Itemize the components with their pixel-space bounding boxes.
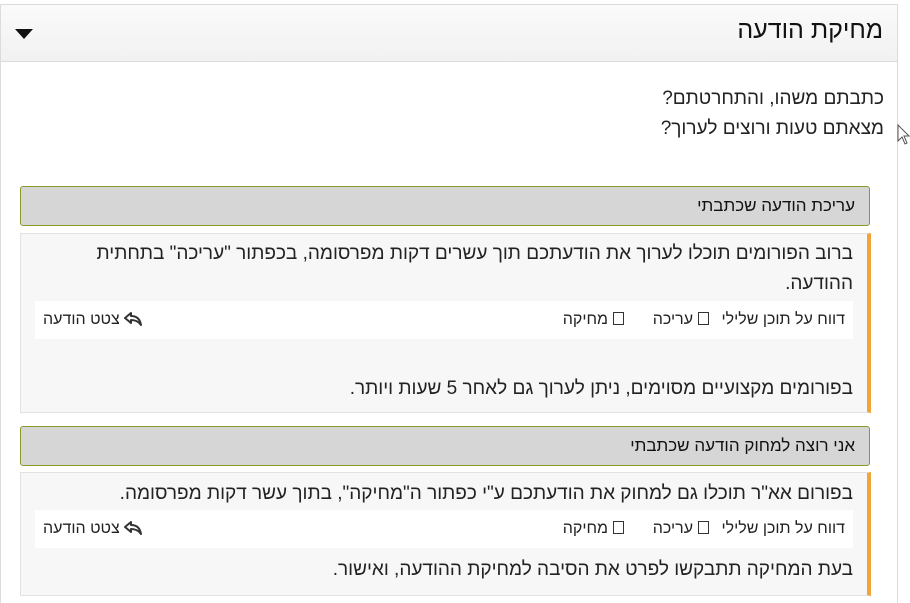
edit-label: עריכה <box>652 520 693 537</box>
intro-line-2: מצאתם טעות ורוצים לערוך? <box>660 118 884 139</box>
reply-arrow-icon <box>123 521 142 535</box>
post-actions-bar: דווח על תוכן שלילי עריכה מחיקה צטט הודעה <box>35 301 853 339</box>
report-negative-content-link[interactable]: דווח על תוכן שלילי <box>721 520 845 538</box>
caret-down-icon[interactable] <box>15 29 33 39</box>
panel-header[interactable]: מחיקת הודעה <box>1 5 897 62</box>
edit-link[interactable]: עריכה <box>653 311 709 329</box>
section-text: בפורום אא"ר תוכלו גם למחוק את הודעתכם ע"… <box>119 483 853 504</box>
accordion-body-edit: ברוב הפורומים תוכלו לערוך את הודעתכם תוך… <box>20 233 871 413</box>
quote-message-link[interactable]: צטט הודעה <box>43 520 143 538</box>
accordion-header-edit[interactable]: עריכת הודעה שכתבתי <box>20 186 870 226</box>
panel-title: מחיקת הודעה <box>737 16 883 44</box>
edit-icon <box>698 521 709 534</box>
accordion-header-delete[interactable]: אני רוצה למחוק הודעה שכתבתי <box>20 426 870 466</box>
delete-label: מחיקה <box>562 311 608 328</box>
section-text-secondary: בעת המחיקה תתבקשו לפרט את הסיבה למחיקת ה… <box>332 559 853 580</box>
report-negative-content-link[interactable]: דווח על תוכן שלילי <box>721 311 845 329</box>
delete-link[interactable]: מחיקה <box>563 311 624 329</box>
quote-label: צטט הודעה <box>43 520 120 537</box>
mouse-cursor-icon <box>897 124 910 145</box>
quote-label: צטט הודעה <box>43 311 120 328</box>
quote-message-link[interactable]: צטט הודעה <box>43 311 143 329</box>
edit-icon <box>698 312 709 325</box>
intro-text: כתבתם משהו, והתחרטתם? מצאתם טעות ורוצים … <box>661 84 884 144</box>
intro-line-1: כתבתם משהו, והתחרטתם? <box>662 88 884 109</box>
section-text-secondary: בפורומים מקצועיים מסוימים, ניתן לערוך גם… <box>349 378 853 399</box>
accordion-header-label: עריכת הודעה שכתבתי <box>697 196 855 215</box>
edit-label: עריכה <box>652 311 693 328</box>
edit-link[interactable]: עריכה <box>653 520 709 538</box>
accordion-header-label: אני רוצה למחוק הודעה שכתבתי <box>630 436 855 455</box>
reply-arrow-icon <box>123 312 142 326</box>
delete-label: מחיקה <box>562 520 608 537</box>
delete-icon <box>613 521 624 534</box>
accordion-body-delete: בפורום אא"ר תוכלו גם למחוק את הודעתכם ע"… <box>20 472 871 596</box>
delete-icon <box>613 312 624 325</box>
post-actions-bar: דווח על תוכן שלילי עריכה מחיקה צטט הודעה <box>35 510 853 548</box>
delete-link[interactable]: מחיקה <box>563 520 624 538</box>
section-text: ברוב הפורומים תוכלו לערוך את הודעתכם תוך… <box>96 243 853 294</box>
